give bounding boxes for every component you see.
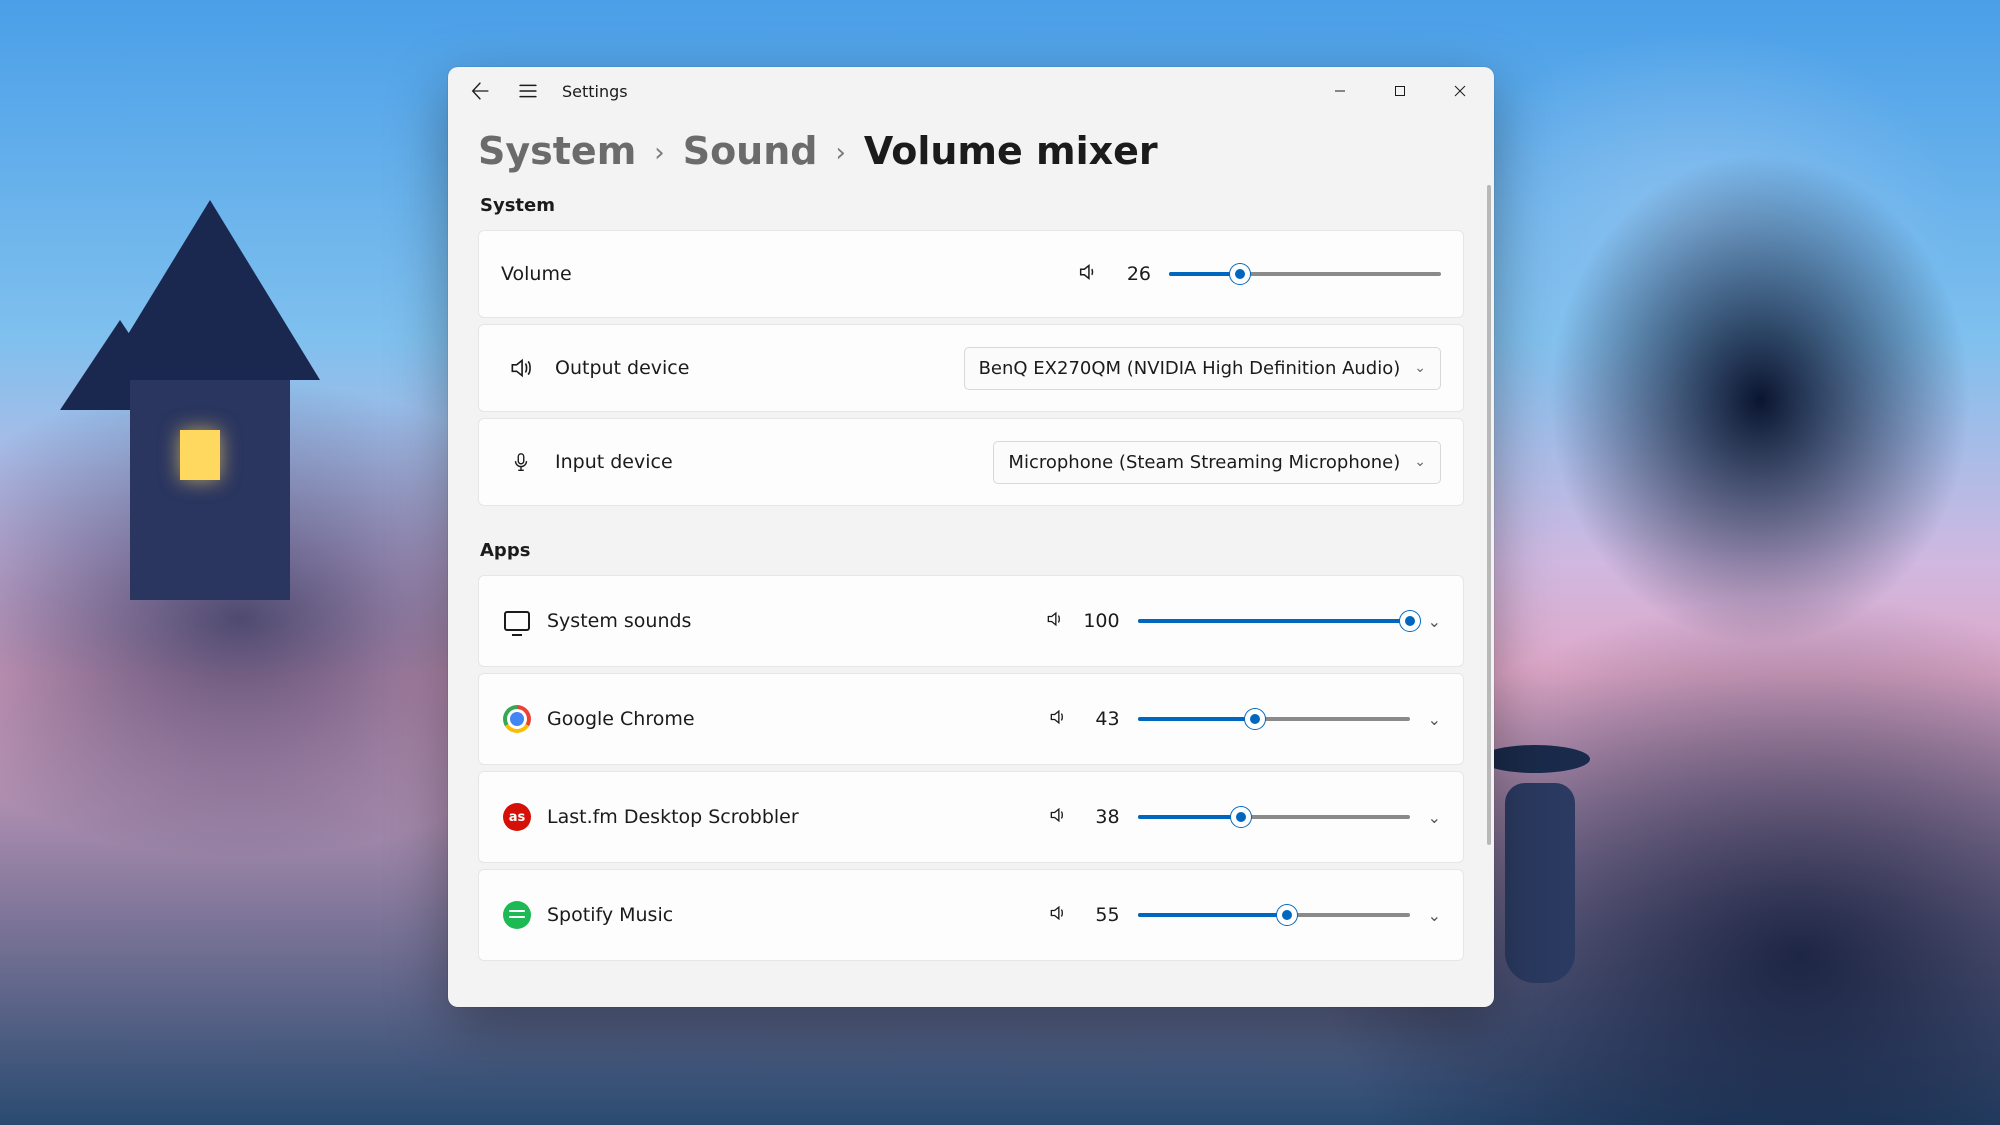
app-name: Last.fm Desktop Scrobbler <box>547 806 799 828</box>
app-volume-row: Google Chrome 43 ⌄ <box>478 673 1464 765</box>
system-volume-row: Volume 26 <box>478 230 1464 318</box>
volume-label: Volume <box>501 263 572 285</box>
input-device-value: Microphone (Steam Streaming Microphone) <box>1008 452 1400 473</box>
app-name: Spotify Music <box>547 904 673 926</box>
breadcrumb-sound[interactable]: Sound <box>683 129 818 173</box>
maximize-icon <box>1394 85 1406 97</box>
close-icon <box>1454 85 1466 97</box>
app-volume-value: 38 <box>1086 806 1120 828</box>
app-volume-value: 55 <box>1086 904 1120 926</box>
app-volume-slider[interactable] <box>1138 803 1410 831</box>
section-system-label: System <box>480 195 1462 216</box>
app-volume-row: Spotify Music 55 ⌄ <box>478 869 1464 961</box>
input-device-row: Input device Microphone (Steam Streaming… <box>478 418 1464 506</box>
scrollbar[interactable] <box>1487 185 1491 845</box>
speaker-icon[interactable] <box>1045 609 1065 633</box>
back-button[interactable] <box>460 71 500 111</box>
app-volume-row: System sounds 100 ⌄ <box>478 575 1464 667</box>
output-device-label: Output device <box>555 357 689 379</box>
microphone-icon <box>501 451 541 473</box>
lastfm-icon: as <box>501 801 533 833</box>
app-volume-value: 43 <box>1086 708 1120 730</box>
maximize-button[interactable] <box>1370 70 1430 112</box>
app-volume-slider[interactable] <box>1138 705 1410 733</box>
chevron-right-icon: › <box>835 138 845 168</box>
chevron-down-icon[interactable]: ⌄ <box>1428 906 1441 925</box>
breadcrumb-current: Volume mixer <box>864 129 1158 173</box>
speaker-wave-icon <box>501 355 541 381</box>
titlebar: Settings <box>448 67 1494 115</box>
speaker-icon[interactable] <box>1077 261 1099 287</box>
app-name: System sounds <box>547 610 691 632</box>
hamburger-icon <box>519 82 537 100</box>
output-device-dropdown[interactable]: BenQ EX270QM (NVIDIA High Definition Aud… <box>964 347 1441 390</box>
speaker-icon[interactable] <box>1048 903 1068 927</box>
spotify-icon <box>501 899 533 931</box>
chevron-down-icon[interactable]: ⌄ <box>1428 808 1441 827</box>
breadcrumb-system[interactable]: System <box>478 129 636 173</box>
system-volume-slider[interactable] <box>1169 260 1441 288</box>
speaker-icon[interactable] <box>1048 805 1068 829</box>
input-device-label: Input device <box>555 451 673 473</box>
app-volume-value: 100 <box>1083 610 1119 632</box>
chevron-down-icon[interactable]: ⌄ <box>1428 612 1441 631</box>
wallpaper-house <box>70 200 350 600</box>
wallpaper-figure <box>1480 745 1600 1025</box>
close-button[interactable] <box>1430 70 1490 112</box>
volume-value: 26 <box>1117 263 1151 285</box>
input-device-dropdown[interactable]: Microphone (Steam Streaming Microphone) … <box>993 441 1441 484</box>
section-apps-label: Apps <box>480 540 1462 561</box>
minimize-button[interactable] <box>1310 70 1370 112</box>
minimize-icon <box>1334 85 1346 97</box>
output-device-row: Output device BenQ EX270QM (NVIDIA High … <box>478 324 1464 412</box>
menu-button[interactable] <box>508 71 548 111</box>
app-volume-slider[interactable] <box>1138 607 1410 635</box>
breadcrumb: System › Sound › Volume mixer <box>478 129 1464 173</box>
chevron-down-icon: ⌄ <box>1414 454 1426 470</box>
arrow-left-icon <box>471 82 489 100</box>
app-title: Settings <box>562 82 628 101</box>
monitor-icon <box>501 605 533 637</box>
app-name: Google Chrome <box>547 708 695 730</box>
chevron-right-icon: › <box>654 138 664 168</box>
speaker-icon[interactable] <box>1048 707 1068 731</box>
chevron-down-icon: ⌄ <box>1414 360 1426 376</box>
chevron-down-icon[interactable]: ⌄ <box>1428 710 1441 729</box>
output-device-value: BenQ EX270QM (NVIDIA High Definition Aud… <box>979 358 1401 379</box>
app-volume-slider[interactable] <box>1138 901 1410 929</box>
settings-window: Settings System › Sound › Volume mixer S… <box>448 67 1494 1007</box>
app-volume-row: as Last.fm Desktop Scrobbler 38 ⌄ <box>478 771 1464 863</box>
chrome-icon <box>501 703 533 735</box>
